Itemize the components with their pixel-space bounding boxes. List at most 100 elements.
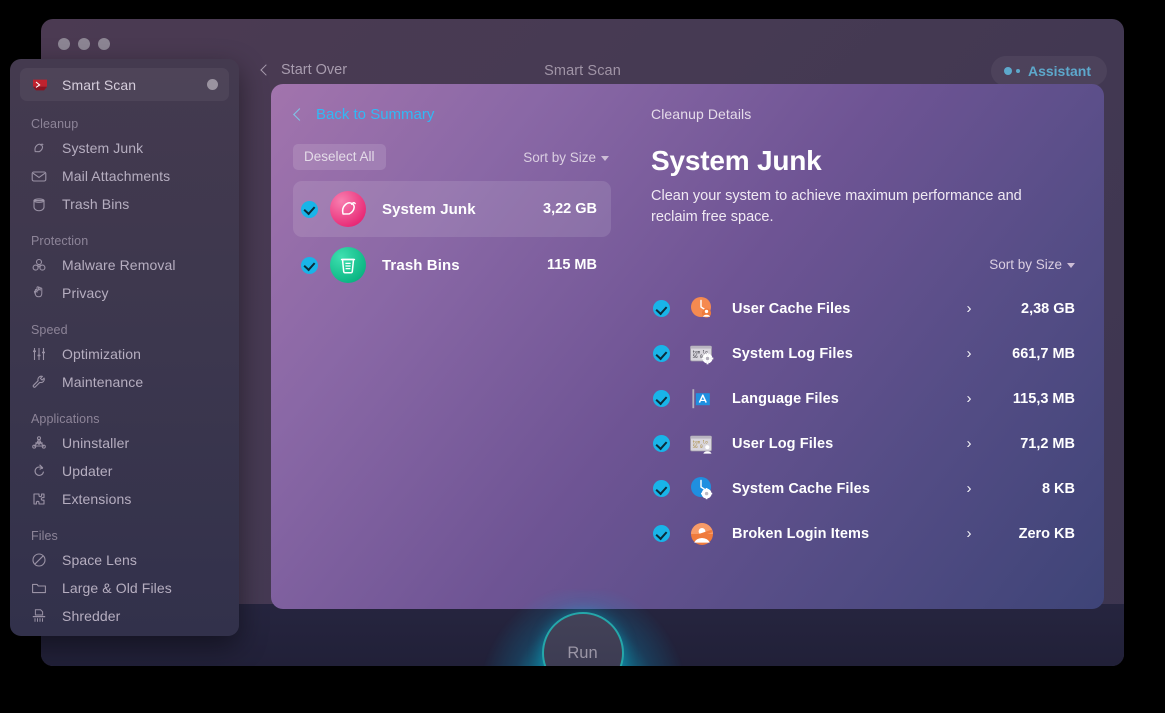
sidebar-item-updater[interactable]: Updater <box>20 457 229 485</box>
sidebar-item-smart-scan[interactable]: Smart Scan <box>20 68 229 101</box>
sidebar-item-extensions[interactable]: Extensions <box>20 485 229 513</box>
user-cache-icon <box>688 295 716 323</box>
sidebar-item-mail-attachments[interactable]: Mail Attachments <box>20 162 229 190</box>
sidebar-item-privacy[interactable]: Privacy <box>20 279 229 307</box>
sidebar-item-label: Uninstaller <box>62 435 130 451</box>
sidebar-item-label: Space Lens <box>62 552 137 568</box>
sliders-icon <box>30 345 48 363</box>
chevron-right-icon[interactable]: › <box>949 390 989 407</box>
summary-toolbar: Deselect All Sort by Size <box>293 144 611 170</box>
envelope-icon <box>30 167 48 185</box>
chevron-right-icon[interactable]: › <box>949 480 989 497</box>
table-row[interactable]: Broken Login Items › Zero KB <box>651 511 1079 556</box>
checkbox-checked-icon[interactable] <box>653 435 670 452</box>
list-item-name: System Junk <box>382 200 476 218</box>
minimize-button-icon[interactable] <box>78 38 90 50</box>
biohazard-icon <box>30 256 48 274</box>
assistant-dots-icon <box>1003 67 1020 75</box>
sidebar-item-label: Trash Bins <box>62 196 130 212</box>
sidebar-item-malware-removal[interactable]: Malware Removal <box>20 251 229 279</box>
sidebar-group-title: Protection <box>31 234 89 248</box>
system-log-icon: tem lo 56 0 <box>688 340 716 368</box>
back-to-summary-button[interactable]: Back to Summary <box>293 106 611 123</box>
table-row[interactable]: System Cache Files › 8 KB <box>651 466 1079 511</box>
sidebar-item-label: Smart Scan <box>62 76 137 93</box>
refresh-arrow-icon <box>30 462 48 480</box>
broom-circle-icon <box>330 191 366 227</box>
maximize-button-icon[interactable] <box>98 38 110 50</box>
checkbox-checked-icon[interactable] <box>653 480 670 497</box>
table-row-size: 2,38 GB <box>1021 300 1075 317</box>
details-toolbar: Sort by Size <box>651 257 1079 272</box>
list-item-name: Trash Bins <box>382 256 460 274</box>
sidebar-item-label: Mail Attachments <box>62 168 171 184</box>
table-row-size: 8 KB <box>1041 480 1075 497</box>
summary-sort-control[interactable]: Sort by Size <box>523 150 609 165</box>
sidebar-item-label: Updater <box>62 463 113 479</box>
details-description: Clean your system to achieve maximum per… <box>651 188 1022 225</box>
table-row[interactable]: tem lo 56 0 User Log Files › 71,2 MB <box>651 421 1079 466</box>
table-row-name: User Log Files <box>732 435 834 452</box>
table-row[interactable]: User Cache Files › 2,38 GB <box>651 286 1079 331</box>
list-item[interactable]: System Junk 3,22 GB <box>293 181 611 237</box>
smart-scan-icon <box>30 75 50 95</box>
sidebar-item-label: Malware Removal <box>62 257 176 273</box>
broken-login-icon <box>688 520 716 548</box>
checkbox-checked-icon[interactable] <box>653 525 670 542</box>
sidebar-group-title: Speed <box>31 323 68 337</box>
shredder-icon <box>30 607 48 625</box>
sidebar-item-label: Maintenance <box>62 374 144 390</box>
sidebar-item-trash-bins[interactable]: Trash Bins <box>20 190 229 218</box>
chevron-left-icon <box>293 108 306 121</box>
checkbox-checked-icon[interactable] <box>653 390 670 407</box>
traffic-lights[interactable] <box>58 38 110 50</box>
table-row[interactable]: tem lo 56 0 System Log Files › 661,7 MB <box>651 331 1079 376</box>
summary-sort-label: Sort by Size <box>523 149 596 165</box>
sidebar-item-maintenance[interactable]: Maintenance <box>20 368 229 396</box>
table-row-size: 71,2 MB <box>1020 435 1075 452</box>
checkbox-checked-icon[interactable] <box>301 200 318 218</box>
sidebar-item-large-and-old-files[interactable]: Large & Old Files <box>20 574 229 602</box>
table-row[interactable]: Language Files › 115,3 MB <box>651 376 1079 421</box>
details-sort-control[interactable]: Sort by Size <box>989 257 1075 272</box>
close-button-icon[interactable] <box>58 38 70 50</box>
deselect-all-button[interactable]: Deselect All <box>293 144 386 170</box>
chevron-right-icon[interactable]: › <box>949 435 989 452</box>
sidebar: Smart Scan Cleanup System Junk Mail Atta… <box>10 59 239 636</box>
checkbox-checked-icon[interactable] <box>301 256 318 274</box>
table-row-name: User Cache Files <box>732 300 851 317</box>
sidebar-item-system-junk[interactable]: System Junk <box>20 134 229 162</box>
broom-icon <box>30 139 48 157</box>
checkbox-checked-icon[interactable] <box>653 345 670 362</box>
chevron-right-icon[interactable]: › <box>949 300 989 317</box>
table-row-size: 661,7 MB <box>1012 345 1075 362</box>
trash-circle-icon <box>330 247 366 283</box>
svg-text:56 0: 56 0 <box>693 444 704 449</box>
details-panel: Cleanup Details System Junk Clean your s… <box>633 84 1104 609</box>
table-row-name: Broken Login Items <box>732 525 870 542</box>
sidebar-item-label: Privacy <box>62 285 109 301</box>
sidebar-item-label: Large & Old Files <box>62 580 172 596</box>
list-item[interactable]: Trash Bins 115 MB <box>293 237 611 293</box>
checkbox-checked-icon[interactable] <box>653 300 670 317</box>
sidebar-item-label: System Junk <box>62 140 144 156</box>
chevron-down-icon <box>601 155 609 161</box>
puzzle-piece-icon <box>30 490 48 508</box>
trash-bin-icon <box>30 195 48 213</box>
sidebar-group-title: Files <box>31 529 58 543</box>
chevron-right-icon[interactable]: › <box>949 525 989 542</box>
molecule-icon <box>30 434 48 452</box>
table-row-name: System Log Files <box>732 345 853 362</box>
system-cache-icon <box>688 475 716 503</box>
assistant-label: Assistant <box>1027 63 1091 79</box>
sidebar-item-shredder[interactable]: Shredder <box>20 602 229 630</box>
details-eyebrow: Cleanup Details <box>651 106 752 122</box>
chevron-right-icon[interactable]: › <box>949 345 989 362</box>
lens-circle-icon <box>30 551 48 569</box>
back-to-summary-label: Back to Summary <box>316 106 435 123</box>
sidebar-item-optimization[interactable]: Optimization <box>20 340 229 368</box>
sidebar-item-space-lens[interactable]: Space Lens <box>20 546 229 574</box>
assistant-button[interactable]: Assistant <box>990 56 1107 86</box>
summary-panel: Back to Summary Deselect All Sort by Siz… <box>271 84 633 609</box>
sidebar-item-uninstaller[interactable]: Uninstaller <box>20 429 229 457</box>
